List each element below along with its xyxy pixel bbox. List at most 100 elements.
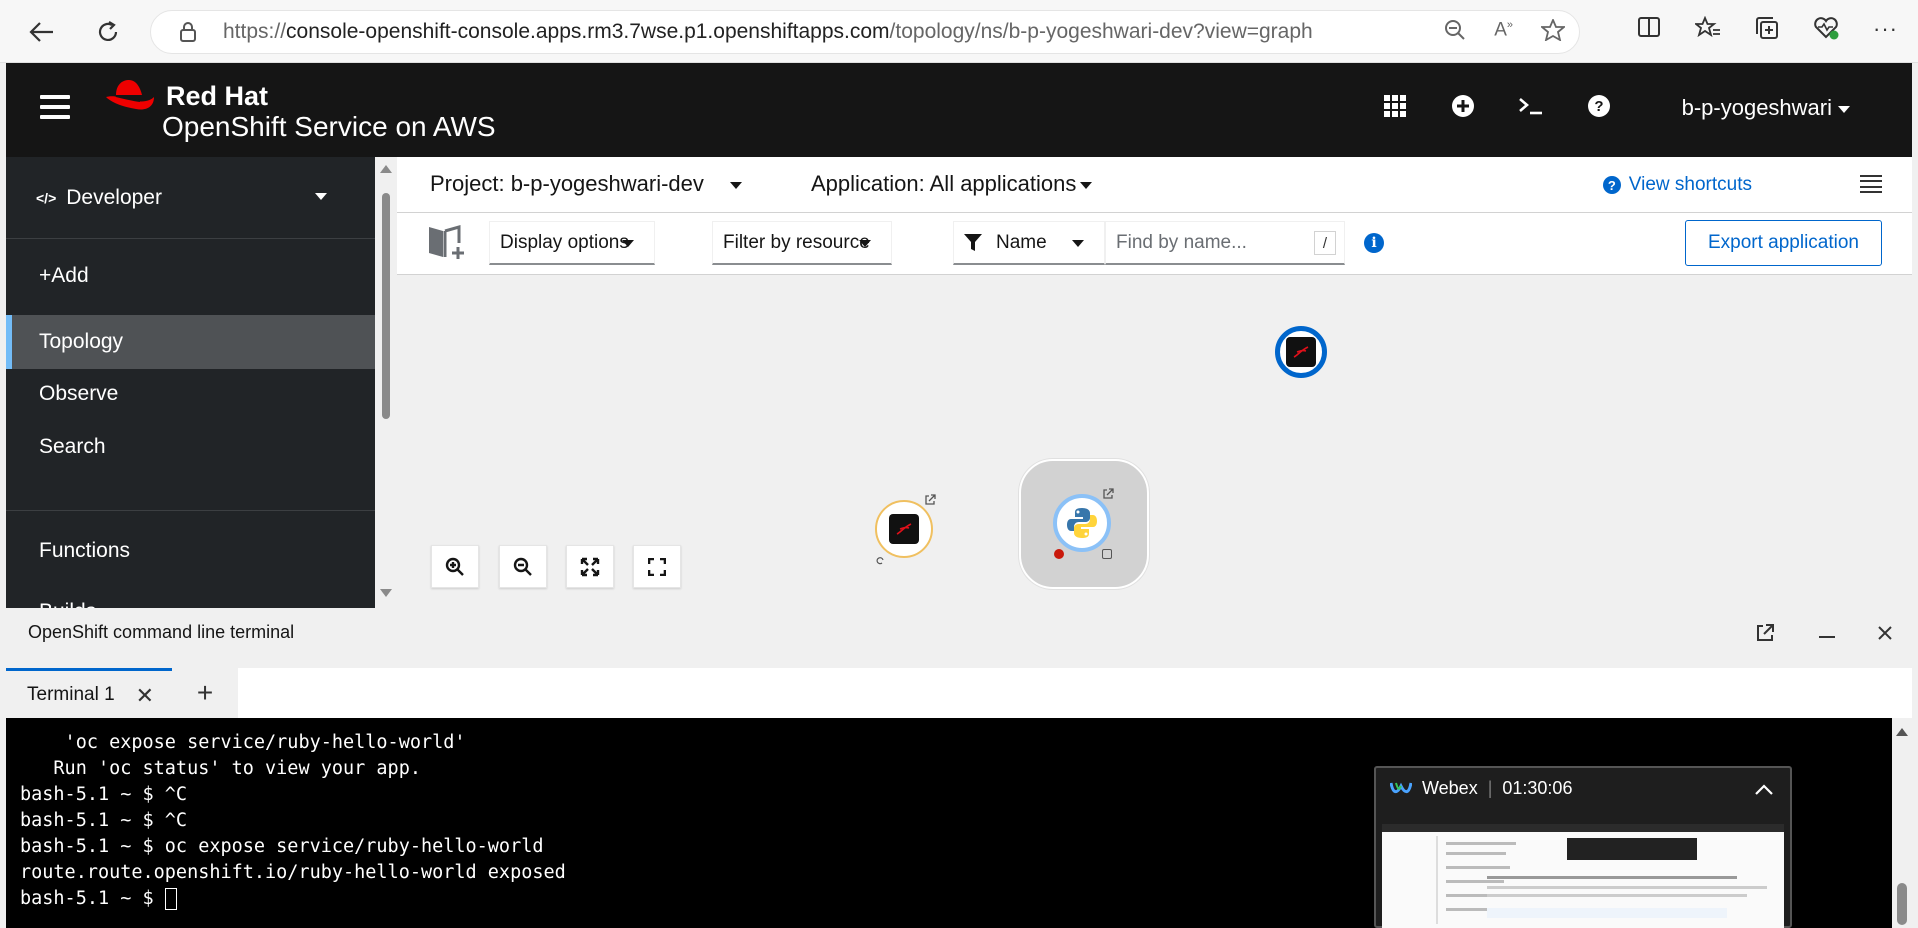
filter-type-caret-icon [1072,240,1084,247]
browser-health-icon[interactable] [1813,16,1839,46]
chevron-up-icon[interactable] [1754,780,1774,801]
view-shortcuts-link[interactable]: ? View shortcuts [1602,174,1752,196]
zoom-in-icon [445,557,464,576]
terminal-scroll-thumb[interactable] [1897,883,1907,925]
zoom-out-icon [513,557,532,576]
filter-type-dropdown[interactable]: Name [953,221,1105,265]
zoom-in-button[interactable] [431,545,479,588]
tab-terminal-1[interactable]: Terminal 1 ✕ [6,668,172,718]
user-menu-caret-icon [1838,105,1850,113]
topology-canvas[interactable] [397,275,1912,608]
sidebar-item-builds[interactable]: Builds [6,585,375,608]
sidebar-scroll-thumb[interactable] [382,193,390,419]
sidebar-scrollbar[interactable] [375,157,397,608]
sidebar: </> Developer +Add Topology Observe Sear… [6,157,375,608]
perspective-switcher[interactable]: </> Developer [6,157,375,239]
topology-main: Project: b-p-yogeshwari-dev Application:… [397,157,1912,608]
help-question-icon[interactable]: ? [1586,93,1612,119]
open-in-new-window-icon[interactable] [1752,620,1778,646]
brand-product-name: OpenShift Service on AWS [162,111,496,142]
terminal-prompt-icon[interactable] [1518,93,1544,119]
topology-toolbar: Display options Filter by resource Name … [397,213,1912,275]
scroll-up-arrow-icon[interactable] [380,165,392,173]
terminal-line: 'oc expose service/ruby-hello-world' [20,732,466,753]
scroll-up-arrow-icon[interactable] [1896,728,1908,736]
refresh-icon[interactable] [90,14,126,50]
terminal-panel-title: OpenShift command line terminal [28,622,295,642]
find-by-name-input[interactable]: Find by name... / [1105,221,1345,265]
minimize-icon[interactable] [1814,620,1840,646]
project-caret-icon [729,181,742,189]
external-link-icon[interactable] [1102,487,1114,505]
favorites-icon[interactable] [1693,15,1721,46]
user-menu[interactable]: b-p-yogeshwari [1682,95,1850,121]
collections-icon[interactable] [1755,16,1779,46]
sidebar-item-add[interactable]: +Add [6,249,375,303]
filter-funnel-icon [964,234,982,258]
address-bar[interactable]: https://console-openshift-console.apps.r… [150,10,1580,54]
zoom-out-button[interactable] [499,545,547,588]
question-circle-icon: ? [1602,176,1621,194]
display-options-caret-icon [622,240,634,247]
hamburger-menu-icon[interactable] [40,95,70,119]
export-application-button[interactable]: Export application [1685,220,1882,266]
scroll-down-arrow-icon[interactable] [380,589,392,597]
build-sync-icon[interactable] [875,553,885,571]
brand-red-hat: Red Hat [166,81,269,111]
terminal-scrollbar[interactable] [1892,718,1912,928]
red-hat-logo-icon [106,80,154,110]
terminal-tabbar: Terminal 1 ✕ + [6,668,1912,718]
code-icon: </> [36,189,57,206]
webex-timer: 01:30:06 [1502,777,1573,798]
application-caret-icon [1080,181,1093,189]
info-icon[interactable]: i [1364,233,1384,253]
webex-screen-share-preview [1382,824,1784,928]
list-view-icon[interactable] [1860,175,1882,193]
zoom-out-icon[interactable] [1444,19,1466,47]
perspective-caret-icon [315,193,327,200]
close-tab-icon[interactable]: ✕ [136,683,154,709]
more-options-icon[interactable]: ··· [1873,16,1898,46]
webex-floating-window[interactable]: Webex | 01:30:06 [1374,766,1792,928]
favorite-star-icon[interactable] [1539,17,1567,47]
display-options-dropdown[interactable]: Display options [489,221,655,265]
add-terminal-tab-button[interactable]: + [172,668,238,718]
plus-circle-icon[interactable] [1450,93,1476,119]
masthead: Red Hat OpenShift Service on AWS ? b-p-y… [6,63,1912,157]
project-selector[interactable]: Project: b-p-yogeshwari-dev [430,171,742,197]
external-link-icon[interactable] [924,493,936,511]
tab-label: Terminal 1 [27,683,115,705]
webex-app-name: Webex [1422,777,1478,798]
sidebar-item-topology[interactable]: Topology [6,315,375,369]
terminal-cursor [164,888,177,910]
error-status-icon[interactable] [1054,549,1064,559]
sidebar-item-observe[interactable]: Observe [6,367,375,421]
perspective-label: Developer [66,185,162,209]
back-arrow-icon[interactable] [24,14,60,50]
browser-toolbar: https://console-openshift-console.apps.r… [0,0,1918,63]
svg-text:?: ? [1594,98,1603,115]
webex-titlebar[interactable]: Webex | 01:30:06 [1376,768,1790,808]
filter-resource-caret-icon [859,240,871,247]
topology-node-quarkus-top[interactable] [1275,326,1327,378]
split-screen-icon[interactable] [1637,16,1661,46]
reset-view-button[interactable] [633,545,681,588]
git-source-icon[interactable] [1102,549,1112,559]
app-launcher-grid-icon[interactable] [1382,93,1408,119]
quarkus-icon [1286,337,1316,367]
lock-icon[interactable] [179,21,197,48]
read-aloud-icon[interactable]: A» [1494,19,1513,47]
quick-search-book-icon[interactable] [427,223,467,266]
application-selector[interactable]: Application: All applications [811,171,1093,197]
expand-arrows-icon [580,557,600,576]
sidebar-item-search[interactable]: Search [6,420,375,474]
fit-to-screen-button[interactable] [566,545,614,588]
find-shortcut-key: / [1314,231,1336,255]
webex-logo-icon [1390,782,1412,794]
sidebar-item-functions[interactable]: Functions [6,524,375,578]
filter-by-resource-dropdown[interactable]: Filter by resource [712,221,892,265]
plus-icon: + [196,677,214,708]
sidebar-divider [6,510,375,511]
webex-separator: | [1487,777,1493,798]
close-icon[interactable] [1872,620,1898,646]
